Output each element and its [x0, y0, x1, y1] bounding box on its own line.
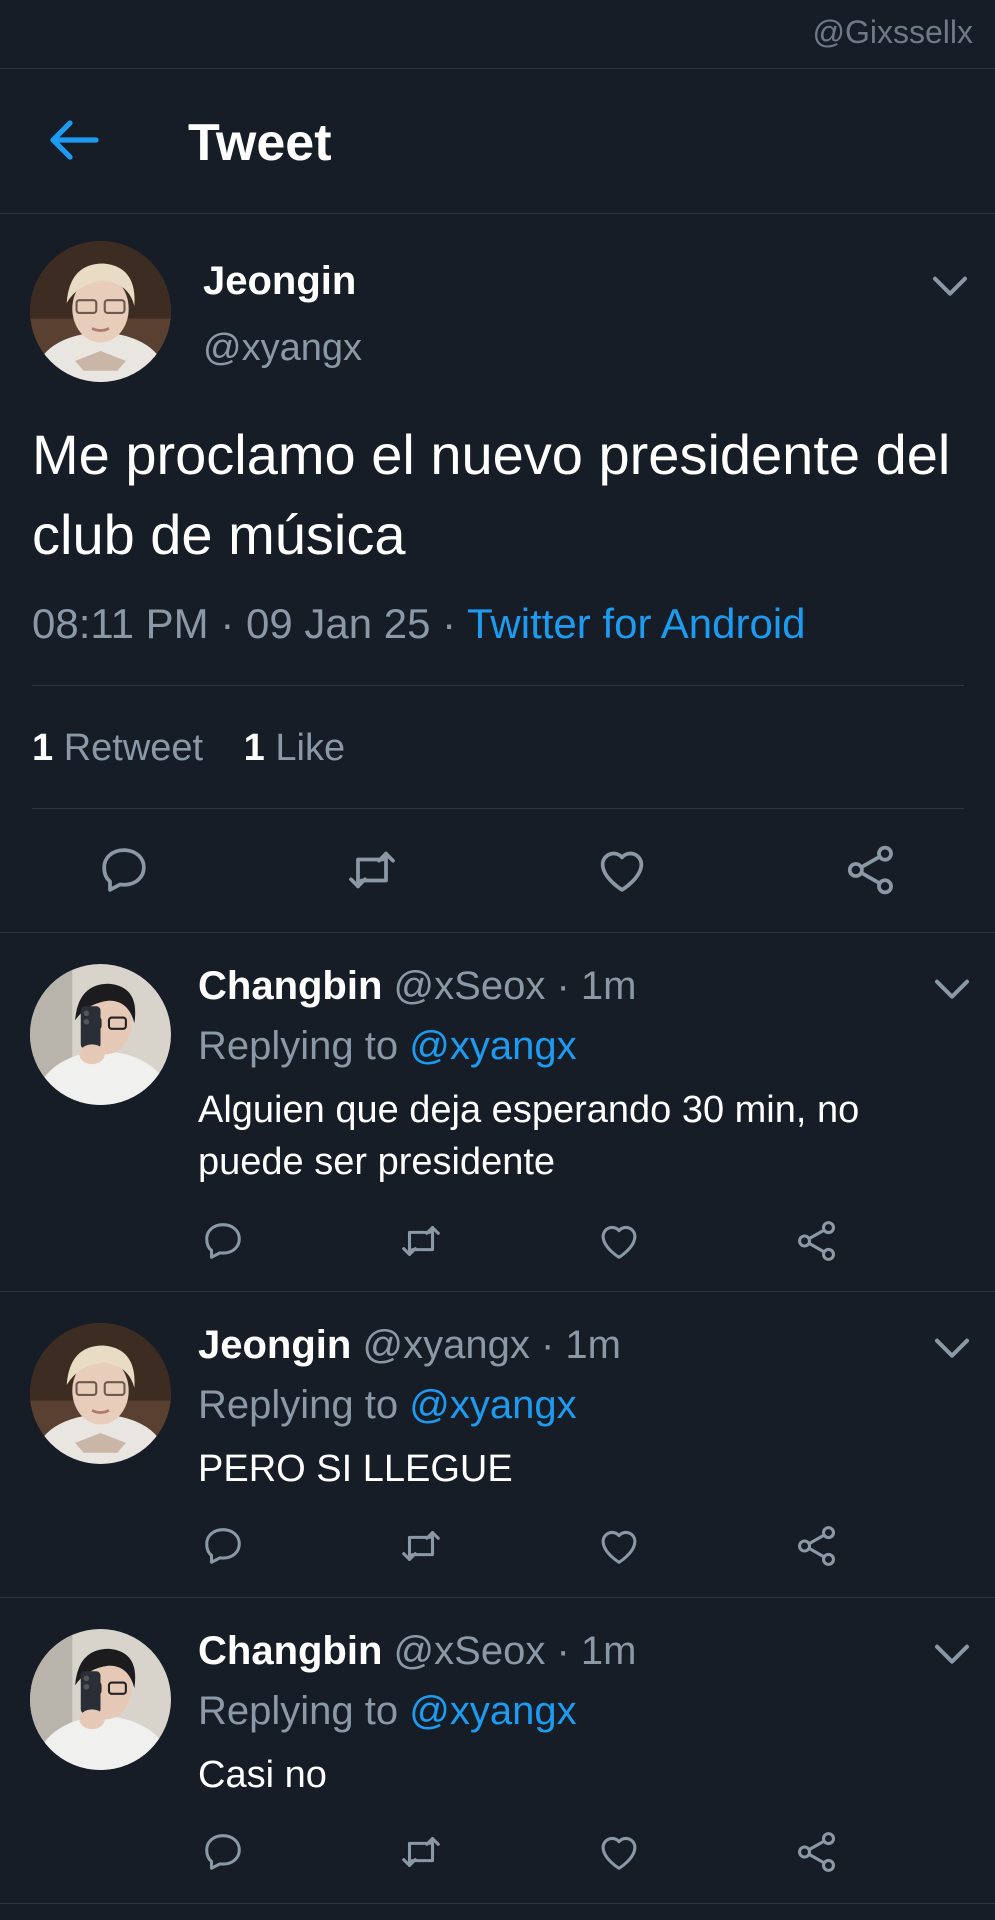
retweets-stat[interactable]: 1 Retweet — [32, 727, 203, 769]
reply-time: 1m — [565, 1323, 621, 1367]
divider — [32, 685, 964, 686]
share-icon[interactable] — [794, 1218, 840, 1264]
like-icon[interactable] — [596, 1523, 642, 1569]
mention-link[interactable]: @xyangx — [409, 1024, 576, 1068]
replying-to: Replying to @xyangx — [198, 1383, 577, 1428]
tweet-date: 09 Jan 25 — [245, 600, 431, 647]
retweet-icon[interactable] — [344, 842, 400, 898]
likes-label: Like — [275, 727, 346, 769]
reply-text: PERO SI LLEGUE — [198, 1448, 513, 1490]
reply-header: Jeongin @xyangx · 1m — [198, 1323, 621, 1368]
reply-time: 1m — [580, 964, 637, 1008]
reply-icon[interactable] — [200, 1829, 246, 1875]
reply-icon[interactable] — [96, 842, 152, 898]
retweet-icon[interactable] — [398, 1218, 444, 1264]
avatar[interactable] — [30, 1323, 171, 1464]
reply-icon[interactable] — [200, 1523, 246, 1569]
separator: · — [556, 1629, 581, 1673]
reply-time: 1m — [580, 1629, 637, 1673]
separator: · — [220, 600, 246, 647]
page-title: Tweet — [188, 114, 332, 172]
author-handle: @xSeox — [393, 1629, 546, 1673]
replying-label: Replying to — [198, 1024, 399, 1068]
watermark: @Gixssellx — [812, 14, 974, 50]
like-icon[interactable] — [596, 1218, 642, 1264]
likes-stat[interactable]: 1 Like — [244, 727, 345, 769]
back-button[interactable] — [46, 115, 102, 165]
replying-label: Replying to — [198, 1383, 399, 1427]
mention-link[interactable]: @xyangx — [409, 1383, 576, 1427]
tweet-meta: 08:11 PM · 09 Jan 25 · Twitter for Andro… — [32, 600, 806, 648]
author-handle: @xSeox — [393, 964, 546, 1008]
like-icon[interactable] — [594, 842, 650, 898]
top-bar: Tweet — [0, 68, 995, 214]
share-icon[interactable] — [794, 1523, 840, 1569]
source-link[interactable]: Twitter for Android — [467, 600, 805, 647]
tweet-time: 08:11 PM — [32, 600, 209, 647]
replying-to: Replying to @xyangx — [198, 1689, 577, 1734]
author-handle[interactable]: @xyangx — [203, 327, 362, 370]
avatar[interactable] — [30, 964, 171, 1105]
chevron-down-icon[interactable] — [932, 974, 972, 1006]
author-name[interactable]: Jeongin — [203, 259, 356, 304]
replying-label: Replying to — [198, 1689, 399, 1733]
avatar[interactable] — [30, 1629, 171, 1770]
separator: · — [540, 1323, 566, 1367]
reply-tweet[interactable]: Changbin @xSeox · 1m Replying to @xyangx… — [0, 934, 995, 1292]
author-name[interactable]: Changbin — [198, 1629, 382, 1673]
reply-tweet[interactable]: Changbin @xSeox · 1m Replying to @xyangx… — [0, 1599, 995, 1904]
chevron-down-icon[interactable] — [930, 271, 970, 303]
likes-count: 1 — [243, 727, 265, 769]
reply-text: Alguien que deja esperando 30 min, no pu… — [198, 1089, 860, 1183]
author-name[interactable]: Changbin — [198, 964, 382, 1008]
mention-link[interactable]: @xyangx — [409, 1689, 576, 1733]
tweet-text: Me proclamo el nuevo presidente del club… — [32, 423, 951, 566]
arrow-left-icon — [50, 120, 99, 160]
share-icon[interactable] — [794, 1829, 840, 1875]
reply-tweet[interactable]: Jeongin @xyangx · 1m Replying to @xyangx… — [0, 1293, 995, 1598]
divider — [32, 808, 964, 809]
retweets-count: 1 — [32, 727, 54, 769]
retweet-icon[interactable] — [398, 1523, 444, 1569]
separator: · — [442, 600, 468, 647]
chevron-down-icon[interactable] — [932, 1333, 972, 1365]
share-icon[interactable] — [843, 842, 899, 898]
retweet-icon[interactable] — [398, 1829, 444, 1875]
author-handle: @xyangx — [362, 1323, 530, 1367]
reply-header: Changbin @xSeox · 1m — [198, 964, 636, 1009]
chevron-down-icon[interactable] — [932, 1639, 972, 1671]
reply-header: Changbin @xSeox · 1m — [198, 1629, 636, 1674]
like-icon[interactable] — [596, 1829, 642, 1875]
reply-icon[interactable] — [200, 1218, 246, 1264]
replying-to: Replying to @xyangx — [198, 1024, 577, 1069]
retweets-label: Retweet — [63, 727, 204, 769]
tweet-stats: 1 Retweet 1 Like — [32, 727, 375, 770]
reply-text: Casi no — [198, 1754, 327, 1796]
separator: · — [556, 964, 581, 1008]
avatar[interactable] — [30, 241, 171, 382]
author-name[interactable]: Jeongin — [198, 1323, 351, 1367]
main-tweet: Jeongin @xyangx Me proclamo el nuevo pre… — [0, 215, 995, 933]
